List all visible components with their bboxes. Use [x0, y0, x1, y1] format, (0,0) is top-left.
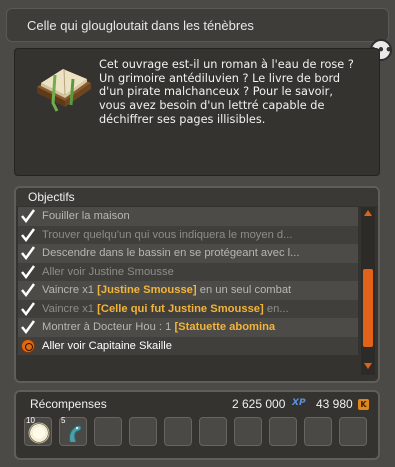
book-icon: [37, 68, 91, 112]
empty-reward-slot: [269, 417, 297, 446]
objective-text: Descendre dans le bassin en se protégean…: [42, 247, 300, 259]
objective-row[interactable]: Vaincre x1 [Celle qui fut Justine Smouss…: [18, 299, 358, 318]
scroll-down-arrow-icon[interactable]: [364, 363, 372, 369]
rewards-panel: Récompenses 2 625 000 XP 43 980 K 10 5: [14, 390, 380, 460]
checkmark-icon: [21, 283, 36, 298]
rewards-label: Récompenses: [30, 397, 107, 411]
checkmark-icon: [21, 264, 36, 279]
objectives-panel: Objectifs Fouiller la maison Trouver que…: [14, 186, 380, 383]
objective-row[interactable]: Fouiller la maison: [18, 207, 358, 226]
objective-text: Fouiller la maison: [42, 210, 130, 222]
objective-row[interactable]: Montrer à Docteur Hou : 1 [Statuette abo…: [18, 318, 358, 337]
checkmark-icon: [21, 227, 36, 242]
empty-reward-slot: [94, 417, 122, 446]
objective-target-link[interactable]: [Statuette abomina: [174, 321, 275, 333]
checkmark-icon: [21, 209, 36, 224]
empty-reward-slot: [234, 417, 262, 446]
kamas-icon: K: [358, 399, 369, 410]
empty-reward-slot: [199, 417, 227, 446]
objective-suffix: en un seul combat: [196, 284, 292, 296]
objective-target-link[interactable]: [Justine Smousse]: [97, 284, 196, 296]
objective-target-link[interactable]: [Celle qui fut Justine Smousse]: [97, 303, 264, 315]
objective-row[interactable]: Descendre dans le bassin en se protégean…: [18, 244, 358, 263]
objective-row[interactable]: Vaincre x1 [Justine Smousse] en un seul …: [18, 281, 358, 300]
objective-prefix: Vaincre x1: [42, 302, 98, 315]
objective-suffix: en...: [263, 302, 289, 315]
reward-slot[interactable]: 5: [59, 416, 87, 446]
objectives-list: Fouiller la maison Trouver quelqu'un qui…: [18, 207, 358, 355]
reward-slot[interactable]: 10: [24, 416, 52, 446]
reward-quantity: 5: [61, 416, 66, 425]
empty-reward-slot: [304, 417, 332, 446]
objectives-header: Objectifs: [16, 188, 378, 206]
rewards-kamas-value: 43 980: [316, 397, 353, 411]
tentacle-icon: [69, 425, 82, 443]
checkmark-icon: [21, 301, 36, 316]
quest-window: Celle qui glougloutait dans les ténèbres…: [0, 0, 395, 467]
objective-text: Aller voir Justine Smousse: [42, 265, 174, 278]
objective-text: Trouver quelqu'un qui vous indiquera le …: [42, 228, 293, 241]
reward-quantity: 10: [26, 416, 35, 425]
xp-icon: XP: [292, 398, 306, 408]
objective-row[interactable]: Aller voir Justine Smousse: [18, 262, 358, 281]
objective-text: Aller voir Capitaine Skaille: [42, 339, 172, 352]
empty-reward-slot: [339, 417, 367, 446]
scroll-thumb[interactable]: [363, 269, 373, 347]
objective-row-current[interactable]: Aller voir Capitaine Skaille: [18, 336, 358, 355]
quest-titlebar: Celle qui glougloutait dans les ténèbres: [6, 8, 389, 42]
current-objective-icon: [21, 338, 35, 353]
objectives-scrollbar[interactable]: [361, 207, 375, 375]
empty-reward-slot: [164, 417, 192, 446]
rewards-xp-value: 2 625 000: [232, 397, 286, 411]
empty-reward-slot: [129, 417, 157, 446]
quest-description-panel: Cet ouvrage est-il un roman à l'eau de r…: [14, 48, 380, 176]
quest-title: Celle qui glougloutait dans les ténèbres: [27, 18, 254, 33]
objective-row[interactable]: Trouver quelqu'un qui vous indiquera le …: [18, 225, 358, 244]
objective-prefix: Montrer à Docteur Hou : 1: [42, 321, 175, 333]
quest-description: Cet ouvrage est-il un roman à l'eau de r…: [99, 58, 354, 126]
scroll-up-arrow-icon[interactable]: [364, 210, 372, 216]
checkmark-icon: [21, 320, 36, 335]
checkmark-icon: [21, 246, 36, 261]
objective-prefix: Vaincre x1: [42, 284, 98, 296]
